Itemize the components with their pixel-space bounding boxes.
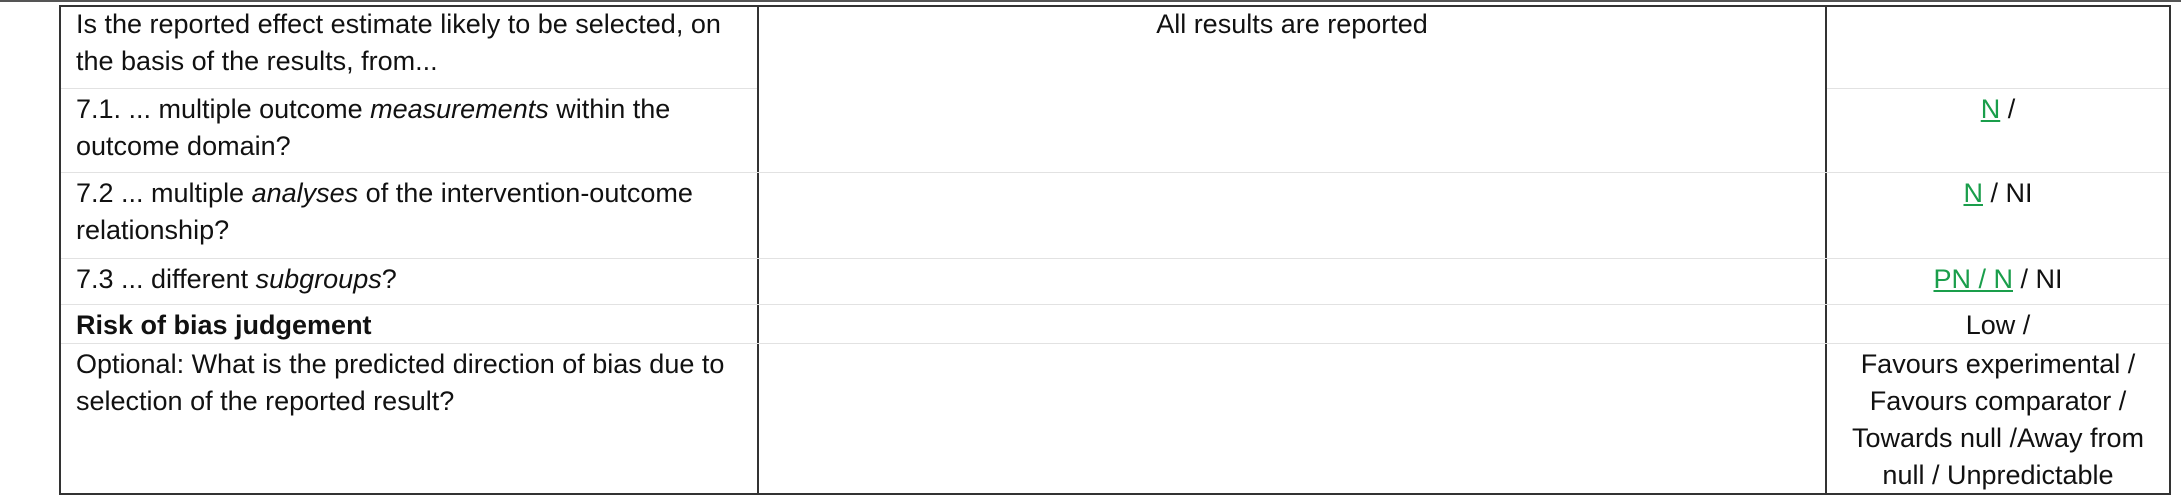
optional-answer-line: Favours comparator / — [1869, 386, 2127, 416]
support-text: All results are reported — [1156, 9, 1428, 39]
row-separator — [1827, 88, 2169, 89]
question-7-3: 7.3 ... different subgroups? — [76, 261, 756, 298]
question-7-1-emphasis: measurements — [370, 94, 549, 124]
optional-answer-line: Towards null /Away from — [1851, 423, 2145, 453]
row-separator — [61, 172, 2169, 173]
question-7-3-prefix: 7.3 ... different — [76, 264, 256, 294]
answer-7-2-selected: N — [1963, 178, 1983, 208]
question-7-3-emphasis: subgroups — [255, 264, 382, 294]
optional-answer-line: null / Unpredictable — [1882, 460, 2114, 490]
question-7-3-suffix: ? — [381, 264, 397, 294]
intro-question: Is the reported effect estimate likely t… — [76, 9, 721, 76]
optional-answer-line: Favours experimental / — [1860, 349, 2136, 379]
question-7-1-prefix: 7.1. ... multiple outcome — [76, 94, 371, 124]
answer-7-3: PN / N / NI — [1827, 261, 2169, 298]
answer-7-2: N / NI — [1827, 175, 2169, 212]
row-separator — [61, 88, 757, 89]
optional-answer: Favours experimental / Favours comparato… — [1827, 346, 2169, 494]
top-rule — [0, 0, 2181, 2]
row-separator — [61, 304, 2169, 305]
risk-label-text: Risk of bias judgement — [76, 310, 372, 340]
question-7-2: 7.2 ... multiple analyses of the interve… — [76, 175, 756, 249]
risk-answer: Low / — [1965, 310, 2031, 340]
answer-7-2-options: / NI — [1982, 178, 2033, 208]
answer-7-3-options: / NI — [2013, 264, 2063, 294]
question-7-2-prefix: 7.2 ... multiple — [76, 178, 252, 208]
row-separator — [61, 258, 2169, 259]
question-7-1: 7.1. ... multiple outcome measurements w… — [76, 91, 756, 165]
risk-label: Risk of bias judgement — [76, 307, 756, 344]
question-7-2-emphasis: analyses — [251, 178, 359, 208]
answer-7-1-selected: N — [1980, 94, 2001, 124]
column-divider-1 — [757, 5, 759, 495]
answer-7-1-options: / — [2000, 94, 2016, 124]
answer-7-1: N / — [1827, 91, 2169, 128]
answer-7-3-selected: PN / N — [1933, 264, 2013, 294]
optional-question: Optional: What is the predicted directio… — [76, 349, 725, 416]
